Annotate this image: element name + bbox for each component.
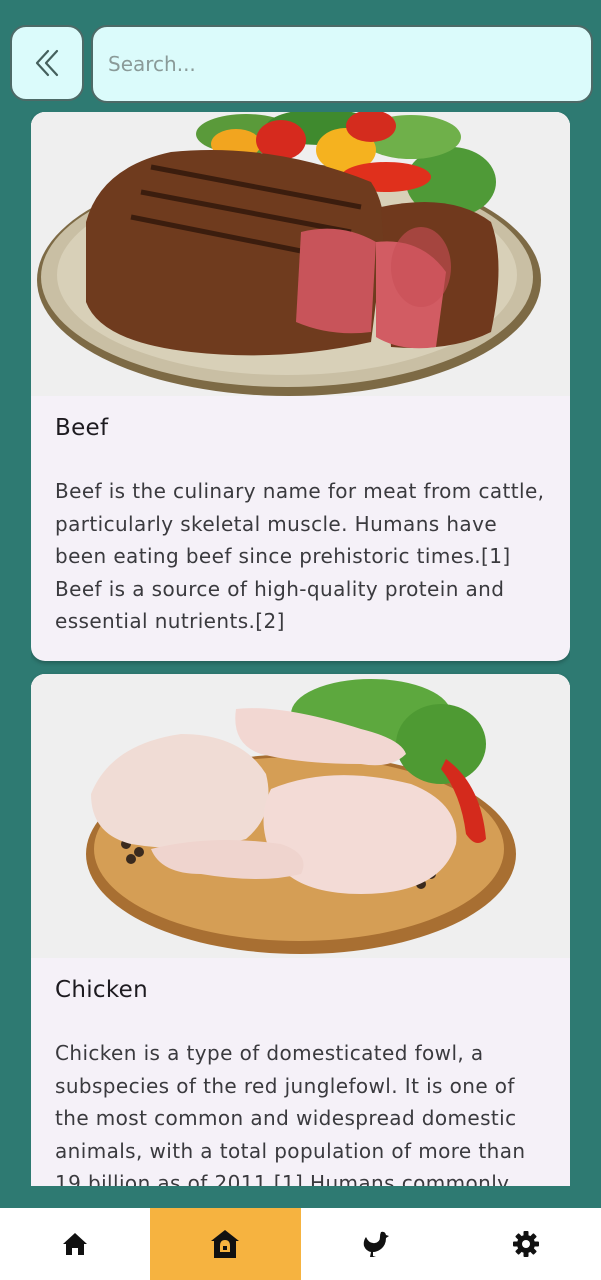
- home-icon: [63, 1233, 88, 1255]
- bird-icon: [363, 1231, 389, 1257]
- farm-house-icon: [211, 1230, 240, 1258]
- food-card-beef[interactable]: Beef Beef is the culinary name for meat …: [31, 112, 570, 661]
- food-title: Beef: [55, 415, 109, 441]
- search-input[interactable]: [93, 27, 591, 101]
- raw-chicken-legs-on-board-photo: [31, 674, 570, 958]
- food-description: Chicken is a type of domesticated fowl, …: [55, 1041, 526, 1186]
- search-field[interactable]: [91, 25, 593, 103]
- nav-bird[interactable]: [301, 1208, 451, 1280]
- bottom-navigation: [0, 1208, 601, 1280]
- food-description: Beef is the culinary name for meat from …: [55, 479, 545, 633]
- food-title: Chicken: [55, 977, 148, 1003]
- steak-on-plate-photo: [31, 112, 570, 396]
- nav-home[interactable]: [0, 1208, 150, 1280]
- food-list[interactable]: Beef Beef is the culinary name for meat …: [31, 112, 570, 1186]
- double-chevron-left-icon: [35, 49, 59, 77]
- food-card-chicken[interactable]: Chicken Chicken is a type of domesticate…: [31, 674, 570, 1186]
- nav-settings[interactable]: [451, 1208, 601, 1280]
- gear-icon: [512, 1231, 539, 1257]
- nav-farm[interactable]: [150, 1208, 301, 1280]
- back-button[interactable]: [10, 25, 84, 101]
